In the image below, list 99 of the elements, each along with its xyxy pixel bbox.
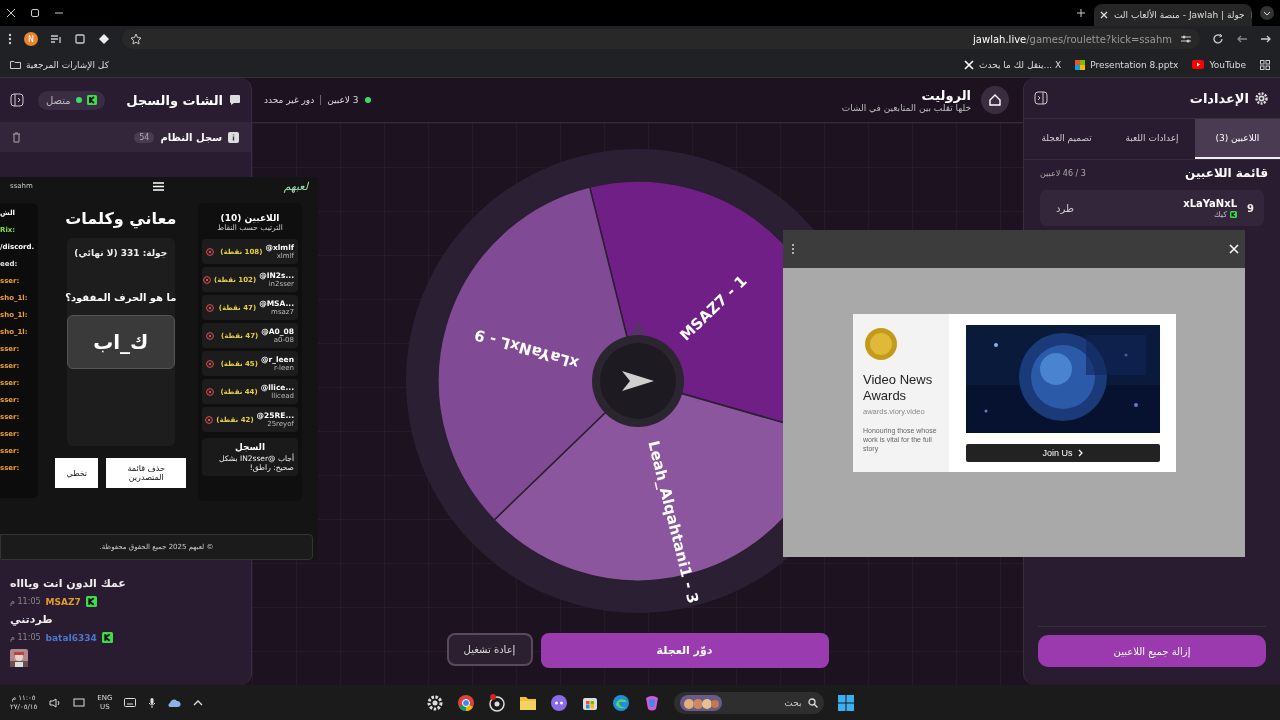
ad-title: Video News Awards — [863, 372, 934, 404]
site-logo: لعبهم — [283, 179, 308, 193]
username: MSAZ7 — [45, 596, 81, 607]
clear-leaderboard-button[interactable]: حذف قائمة المتصدرين — [106, 458, 187, 488]
monitor-icon[interactable] — [73, 697, 86, 708]
bookmark[interactable]: ينقل لك ما يحدث... X — [963, 59, 1062, 70]
tab[interactable]: إعدادات اللعبة — [1109, 119, 1195, 159]
collapse-panel-icon[interactable] — [1034, 91, 1048, 105]
restart-button[interactable]: إعادة تشغيل — [446, 633, 533, 666]
medal-logo-icon — [863, 326, 899, 362]
info-icon — [228, 131, 239, 143]
section-title: قائمة اللاعبين — [1185, 166, 1268, 180]
restore-icon[interactable] — [30, 8, 40, 18]
search-field[interactable]: بحث — [673, 691, 824, 714]
keyboard-icon[interactable] — [124, 698, 137, 707]
skip-button[interactable]: تخطي — [55, 458, 99, 488]
microphone-icon[interactable] — [148, 696, 157, 709]
remove-icon[interactable] — [205, 415, 214, 424]
word-tile: ك_اب — [66, 315, 175, 369]
new-tab-icon[interactable] — [1076, 8, 1086, 18]
round-label: جولة: 331 (لا نهائي) — [74, 248, 168, 258]
turn-status: دور غير محدد — [264, 95, 315, 105]
kick-logo-icon — [1230, 210, 1238, 218]
record-app-icon[interactable] — [487, 693, 506, 712]
forward-icon[interactable] — [1260, 33, 1272, 45]
remove-all-button[interactable]: إزالة جميع اللاعبين — [1038, 635, 1266, 667]
leaderboard-title: اللاعبين (10) — [220, 213, 280, 223]
gear-app-icon[interactable] — [425, 693, 444, 712]
bookmark[interactable]: Presentation 8.pptx — [1075, 59, 1179, 70]
folder-icon — [10, 60, 21, 69]
tune-icon[interactable] — [1180, 34, 1192, 44]
extension-icon[interactable] — [74, 33, 86, 45]
kick-button[interactable]: طرد — [1050, 201, 1080, 215]
page-title: الروليت — [920, 87, 971, 103]
join-button[interactable]: Join Us — [965, 444, 1160, 462]
url-text: jawlah.live/games/roulette?kick=ssahm — [972, 33, 1172, 45]
remove-icon[interactable] — [206, 247, 214, 256]
tab[interactable]: اللاعبين (3) — [1194, 119, 1280, 159]
connection-status: متصل — [38, 90, 105, 110]
message-time: 11:05 م — [10, 597, 41, 606]
panel-title: الشات والسجل — [126, 92, 223, 108]
system-log-label: سجل النظام — [160, 131, 222, 143]
play-icon — [1192, 60, 1205, 69]
remove-icon[interactable] — [206, 303, 214, 312]
all-bookmarks-button[interactable]: كل الإشارات المرجعية — [10, 59, 109, 70]
kick-logo-icon — [101, 632, 113, 643]
remove-icon[interactable] — [206, 387, 214, 396]
search-icon — [807, 697, 818, 708]
settings-icon — [1255, 91, 1268, 105]
chevron-right-icon — [1077, 449, 1083, 457]
count-badge: 54 — [134, 131, 155, 143]
speaker-icon[interactable] — [49, 697, 62, 708]
player-name: xLaYaNxL — [1183, 197, 1238, 209]
x-logo-icon — [963, 59, 974, 70]
tab[interactable]: تصميم العجلة — [1024, 119, 1110, 159]
back-icon[interactable] — [1236, 33, 1248, 45]
menu-dots-icon[interactable] — [791, 243, 795, 255]
diamond-icon[interactable] — [98, 33, 110, 45]
star-icon[interactable] — [130, 33, 142, 45]
game-title: معاني وكلمات — [65, 209, 177, 228]
chat-message: عمك الدون انت وياااه — [10, 577, 126, 590]
remove-icon[interactable] — [206, 331, 214, 340]
log-title: السجل — [234, 442, 266, 452]
kick-logo-icon — [85, 596, 97, 607]
trash-icon[interactable] — [12, 131, 21, 143]
remove-icon[interactable] — [203, 275, 211, 284]
message-time: 11:05 م — [10, 633, 41, 642]
username: bataI6334 — [45, 632, 97, 643]
collapse-panel-icon[interactable] — [10, 93, 24, 107]
reload-icon[interactable] — [1212, 33, 1224, 45]
platform-label: كيك — [1214, 209, 1228, 219]
player-count: 3 / 46 لاعبين — [1040, 168, 1086, 178]
start-icon[interactable] — [836, 693, 855, 712]
chat-bubble-icon — [229, 94, 241, 106]
home-icon — [988, 93, 1002, 107]
players-count: 3 لاعبين — [327, 95, 359, 105]
close-icon[interactable] — [1100, 11, 1108, 19]
menu-dots-icon[interactable] — [8, 33, 12, 45]
playlist-icon[interactable] — [50, 34, 62, 44]
browser-tab[interactable]: جولة | Jawlah - منصة الألعاب الت — [1094, 4, 1252, 26]
menu-icon[interactable] — [152, 181, 164, 191]
apps-grid-icon[interactable] — [1260, 59, 1270, 70]
page-subtitle: خلها تقلب بين المتابعين في الشات — [841, 102, 971, 113]
slides-icon — [1075, 59, 1086, 70]
address-bar[interactable]: jawlah.live/games/roulette?kick=ssahm — [122, 29, 1200, 49]
player-number: 9 — [1247, 202, 1254, 214]
chat-app-icon[interactable] — [549, 693, 568, 712]
home-button[interactable] — [981, 86, 1009, 114]
cloud-icon[interactable] — [168, 697, 182, 708]
bookmark[interactable]: YouTube — [1192, 59, 1246, 70]
spin-button[interactable]: دوّر العجلة — [540, 633, 829, 668]
chat-message: طردتني — [10, 613, 53, 626]
chevron-down-icon[interactable] — [1260, 6, 1274, 20]
remove-icon[interactable] — [206, 359, 214, 368]
question-text: ما هو الحرف المفقود؟ — [65, 292, 177, 303]
close-icon[interactable] — [6, 8, 16, 18]
caret-up-icon[interactable] — [193, 699, 204, 706]
panel-title: الإعدادات — [1189, 90, 1249, 106]
kick-logo-icon — [86, 95, 97, 105]
